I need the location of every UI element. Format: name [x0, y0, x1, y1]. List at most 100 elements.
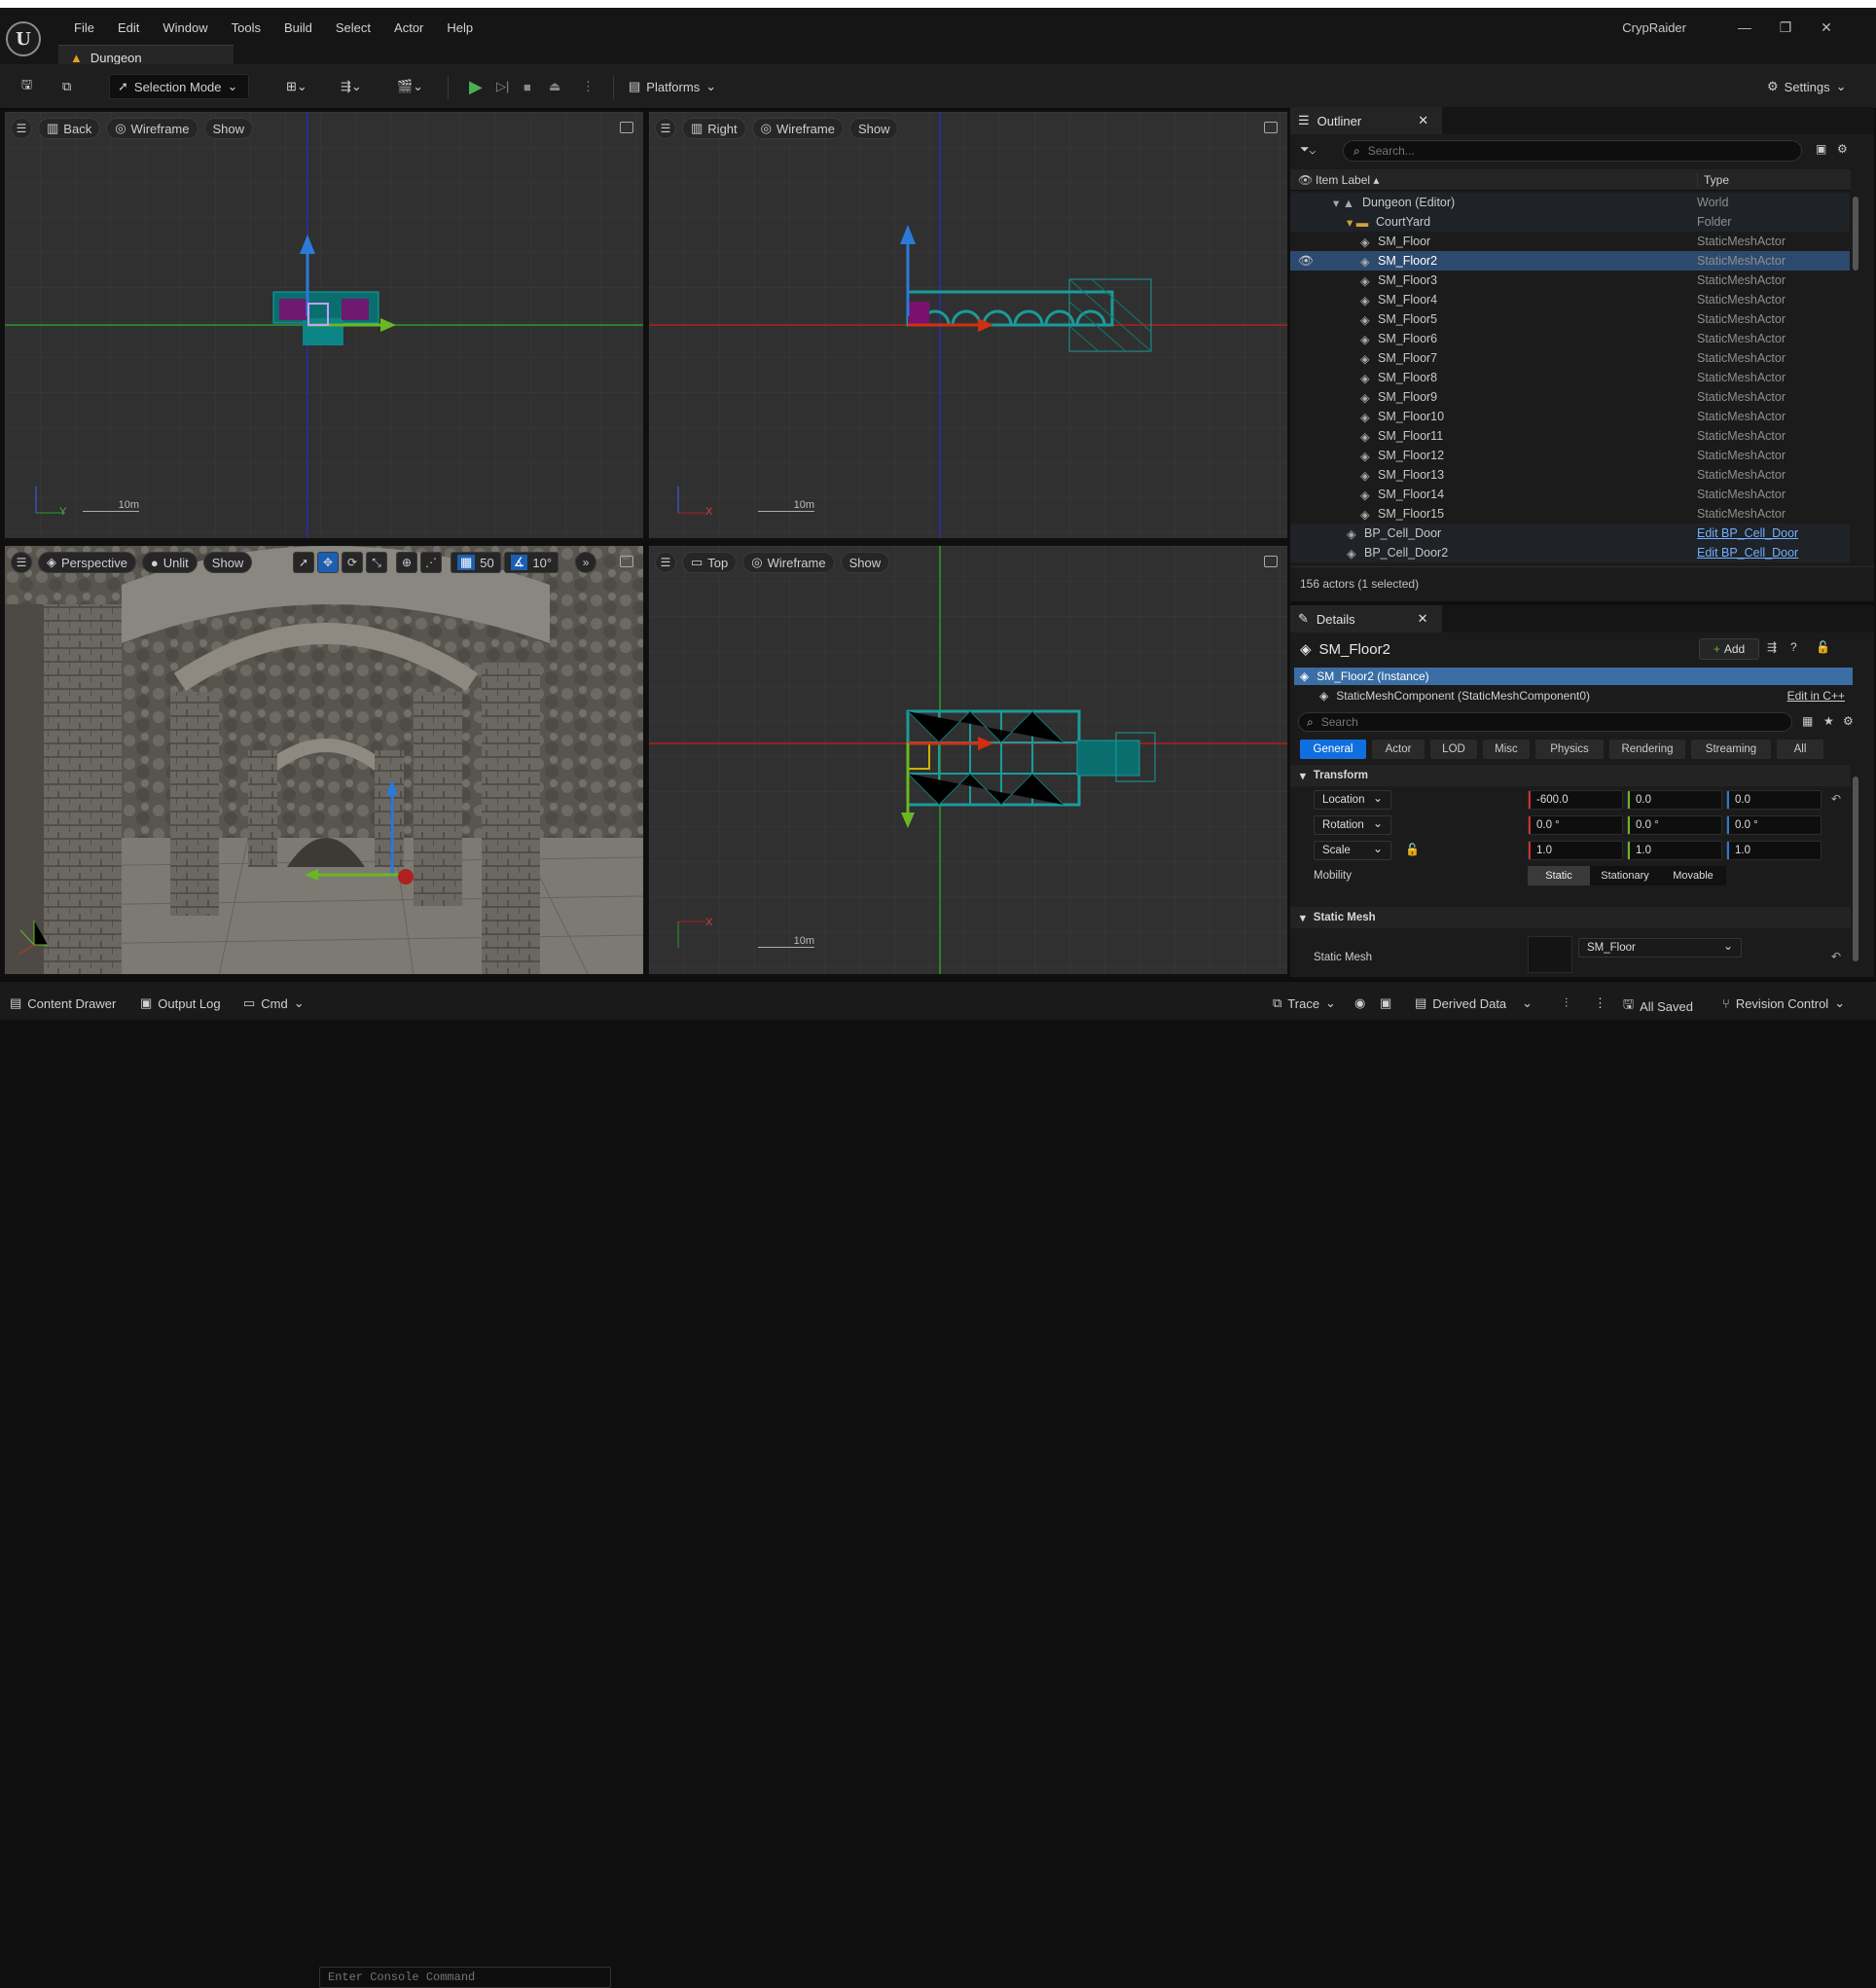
static-mesh-section[interactable]: ▾ Static Mesh	[1290, 907, 1851, 928]
cinematics-icon[interactable]: 🎬⌄	[389, 74, 431, 99]
step-icon[interactable]: ▷|	[488, 74, 517, 99]
outliner-settings-icon[interactable]: ⚙	[1837, 142, 1848, 156]
outliner-row[interactable]: ◈ SM_Floor6 StaticMeshActor	[1290, 329, 1850, 348]
category-general[interactable]: General	[1300, 740, 1366, 759]
close-tab-icon[interactable]: ✕	[1418, 611, 1428, 627]
details-settings-icon[interactable]: ⚙	[1843, 714, 1854, 728]
maximize-viewport-icon[interactable]	[1264, 122, 1278, 133]
screenshot-icon[interactable]: ▣	[1380, 995, 1391, 1011]
viewport-perspective[interactable]: ☰ ◈ Perspective ● Unlit Show ➚ ✥ ⟳ ⤡ ⊕ ⋰ ▦…	[4, 545, 644, 975]
outliner-tab[interactable]: ☰ Outliner ✕	[1290, 107, 1443, 134]
favorite-star-icon[interactable]: ★	[1823, 714, 1834, 728]
scale-lock-icon[interactable]: 🔓	[1405, 843, 1420, 856]
trace-dropdown[interactable]: ⧉ Trace ⌄	[1273, 995, 1336, 1011]
maximize-viewport-icon[interactable]	[1264, 556, 1278, 567]
output-log-button[interactable]: ▣ Output Log	[140, 995, 221, 1011]
details-search[interactable]: ⌕	[1298, 712, 1792, 732]
source-control-icon[interactable]: ⫶	[1565, 995, 1568, 1011]
details-scrollbar[interactable]	[1853, 777, 1858, 961]
rotate-tool-icon[interactable]: ⟳	[342, 552, 363, 573]
show-button[interactable]: Show	[840, 552, 890, 573]
transform-section[interactable]: ▾ Transform	[1290, 765, 1851, 786]
restore-icon[interactable]: ❐	[1771, 19, 1800, 36]
reset-location-icon[interactable]: ↶	[1831, 792, 1841, 806]
cmd-dropdown[interactable]: ▭ Cmd ⌄	[243, 995, 305, 1011]
unreal-logo-icon[interactable]: U	[6, 21, 41, 56]
show-button[interactable]: Show	[202, 552, 253, 573]
console-command-field[interactable]	[319, 1967, 611, 1988]
menu-select[interactable]: Select	[324, 19, 382, 37]
scale-y[interactable]: 1.0	[1627, 841, 1722, 860]
location-dropdown[interactable]: Location	[1314, 790, 1391, 810]
outliner-row[interactable]: ▾ ▲ Dungeon (Editor) World	[1290, 193, 1850, 212]
surface-snap-icon[interactable]: ⋰	[420, 552, 442, 573]
details-tab[interactable]: ✎ Details ✕	[1290, 605, 1442, 633]
move-tool-icon[interactable]: ✥	[317, 552, 339, 573]
settings-dropdown[interactable]: ⚙ Settings ⌄	[1759, 74, 1855, 99]
scale-x[interactable]: 1.0	[1528, 841, 1623, 860]
view-type-perspective[interactable]: ◈ Perspective	[38, 552, 136, 573]
category-lod[interactable]: LOD	[1430, 740, 1477, 759]
outliner-row[interactable]: ◈ SM_Floor9 StaticMeshActor	[1290, 387, 1850, 407]
lock-icon[interactable]: 🔓	[1816, 640, 1830, 654]
outliner-row[interactable]: ◈ BP_Cell_Door2 Edit BP_Cell_Door	[1290, 543, 1850, 562]
select-tool-icon[interactable]: ➚	[293, 552, 314, 573]
play-options-icon[interactable]: ⋮	[574, 74, 602, 99]
menu-build[interactable]: Build	[272, 19, 324, 37]
location-x[interactable]: -600.0	[1528, 790, 1623, 810]
visibility-icon[interactable]: 👁	[1298, 173, 1313, 187]
viewport-menu-icon[interactable]: ☰	[655, 118, 676, 139]
viewport-menu-icon[interactable]: ☰	[655, 552, 676, 573]
show-button[interactable]: Show	[203, 118, 254, 139]
view-mode-wireframe[interactable]: ◎ Wireframe	[742, 552, 835, 573]
outliner-row[interactable]: ◈ SM_Floor15 StaticMeshActor	[1290, 504, 1850, 524]
outliner-row[interactable]: ▾ ▬ CourtYard Folder	[1290, 212, 1850, 232]
add-folder-icon[interactable]: ▣	[1816, 142, 1826, 156]
category-all[interactable]: All	[1777, 740, 1823, 759]
angle-snap-toggle[interactable]: ∡ 10°	[503, 552, 559, 573]
outliner-search-input[interactable]	[1367, 144, 1777, 158]
viewport-back[interactable]: Y ☰ ▥ Back ◎ Wireframe Show 10m	[4, 111, 644, 539]
outliner-row[interactable]: ◈ SM_Floor13 StaticMeshActor	[1290, 465, 1850, 485]
menu-tools[interactable]: Tools	[220, 19, 272, 37]
outliner-scrollbar[interactable]	[1853, 197, 1858, 271]
maximize-viewport-icon[interactable]	[620, 556, 633, 567]
close-tab-icon[interactable]: ✕	[1418, 113, 1428, 128]
viewport-menu-icon[interactable]: ☰	[11, 118, 32, 139]
mobility-movable[interactable]: Movable	[1660, 866, 1726, 886]
view-mode-wireframe[interactable]: ◎ Wireframe	[106, 118, 198, 139]
mobility-stationary[interactable]: Stationary	[1590, 866, 1660, 886]
outliner-row[interactable]: 👁 ◈ SM_Floor2 StaticMeshActor	[1290, 251, 1850, 271]
filter-icon[interactable]: ⏷⌄	[1300, 142, 1339, 162]
show-button[interactable]: Show	[848, 118, 899, 139]
content-drawer-button[interactable]: ▤ Content Drawer	[10, 995, 116, 1011]
eject-icon[interactable]: ⏏	[541, 74, 568, 99]
mobility-static[interactable]: Static	[1528, 866, 1590, 886]
category-streaming[interactable]: Streaming	[1691, 740, 1771, 759]
rotation-y[interactable]: 0.0 °	[1627, 815, 1722, 835]
reset-mesh-icon[interactable]: ↶	[1831, 950, 1841, 963]
stop-icon[interactable]: ■	[516, 74, 539, 99]
viewport-right[interactable]: X ☰ ▥ Right ◎ Wireframe Show 10m	[648, 111, 1288, 539]
viewport-menu-icon[interactable]: ☰	[11, 552, 32, 573]
save-icon[interactable]: 🖫	[14, 74, 40, 99]
minimize-icon[interactable]: —	[1730, 19, 1759, 35]
outliner-row[interactable]: ◈ SM_Floor7 StaticMeshActor	[1290, 348, 1850, 368]
scale-z[interactable]: 1.0	[1726, 841, 1822, 860]
close-window-icon[interactable]: ✕	[1812, 19, 1841, 36]
all-saved-status[interactable]: 🖫 All Saved	[1623, 995, 1693, 1017]
more-options-icon[interactable]: ⋮	[1594, 995, 1606, 1011]
category-misc[interactable]: Misc	[1483, 740, 1530, 759]
menu-actor[interactable]: Actor	[382, 19, 435, 37]
rotation-z[interactable]: 0.0 °	[1726, 815, 1822, 835]
table-view-icon[interactable]: ▦	[1802, 714, 1813, 728]
outliner-search[interactable]: ⌕	[1343, 140, 1802, 162]
outliner-row[interactable]: ◈ BP_Cell_Door Edit BP_Cell_Door	[1290, 524, 1850, 543]
outliner-row[interactable]: ◈ SM_Floor5 StaticMeshActor	[1290, 309, 1850, 329]
visibility-icon[interactable]: 👁	[1298, 254, 1314, 269]
outliner-row[interactable]: ◈ SM_Floor14 StaticMeshActor	[1290, 485, 1850, 504]
record-icon[interactable]: ◉	[1354, 995, 1365, 1011]
outliner-row[interactable]: ◈ SM_Floor8 StaticMeshActor	[1290, 368, 1850, 387]
outliner-row[interactable]: ◈ SM_Floor11 StaticMeshActor	[1290, 426, 1850, 446]
rotation-dropdown[interactable]: Rotation	[1314, 815, 1391, 835]
